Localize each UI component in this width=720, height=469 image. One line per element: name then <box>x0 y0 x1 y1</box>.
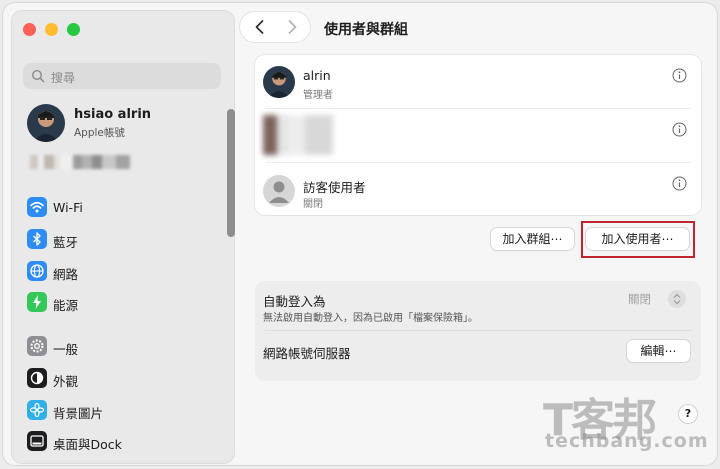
chevron-right-icon[interactable] <box>284 18 300 40</box>
sidebar-item-label: 桌面與Dock <box>53 437 122 452</box>
sidebar-scrollbar[interactable] <box>227 109 235 237</box>
sidebar-item-appearance[interactable]: 外觀 <box>27 368 217 390</box>
info-icon[interactable] <box>672 122 687 137</box>
redacted-user <box>263 115 333 155</box>
add-group-button[interactable]: 加入群組⋯ <box>491 228 574 250</box>
search-placeholder: 搜尋 <box>51 71 76 85</box>
sidebar-item-wallpaper[interactable]: 背景圖片 <box>27 400 217 422</box>
wifi-icon <box>27 197 47 217</box>
watermark-text: techbang.com <box>545 430 709 452</box>
row-divider <box>265 108 691 109</box>
sidebar-item-energy[interactable]: 能源 <box>27 292 217 314</box>
sidebar-item-label: 藍牙 <box>53 235 79 250</box>
user-role: 關閉 <box>303 199 323 210</box>
sidebar-item-label: 外觀 <box>53 374 79 389</box>
auto-login-title: 自動登入為 <box>263 294 326 309</box>
highlight-box <box>581 221 695 258</box>
sidebar-item-label: 一般 <box>53 342 79 357</box>
sidebar-item-wifi[interactable]: Wi-Fi <box>27 197 217 219</box>
search-input[interactable]: 搜尋 <box>23 63 221 89</box>
flower-icon <box>27 400 47 420</box>
navigation-buttons <box>240 12 310 42</box>
popup-stepper-icon[interactable] <box>668 290 686 308</box>
gear-icon <box>27 336 47 356</box>
sidebar-item-label: 背景圖片 <box>53 406 104 421</box>
minimize-button[interactable] <box>45 23 58 36</box>
auto-login-value[interactable]: 關閉 <box>628 291 651 307</box>
edit-button[interactable]: 編輯⋯ <box>627 340 690 362</box>
network-server-title: 網路帳號伺服器 <box>263 346 351 361</box>
info-icon[interactable] <box>672 68 687 83</box>
close-button[interactable] <box>23 23 36 36</box>
sidebar: 搜尋 hsiao alrin Apple帳號 Wi-Fi 藍牙 網路 能源 一般… <box>12 11 235 463</box>
profile-subtitle: Apple帳號 <box>74 127 125 139</box>
search-icon <box>31 68 45 87</box>
dock-icon <box>27 431 47 451</box>
appearance-icon <box>27 368 47 388</box>
bolt-icon <box>27 292 47 312</box>
sidebar-item-general[interactable]: 一般 <box>27 336 217 358</box>
profile-avatar[interactable] <box>27 104 65 142</box>
settings-window: 搜尋 hsiao alrin Apple帳號 Wi-Fi 藍牙 網路 能源 一般… <box>3 3 717 465</box>
sidebar-item-label: 網路 <box>53 267 79 282</box>
chevron-left-icon[interactable] <box>252 18 268 40</box>
sidebar-item-desktop-dock[interactable]: 桌面與Dock <box>27 431 217 453</box>
sidebar-item-bluetooth[interactable]: 藍牙 <box>27 229 217 251</box>
row-divider <box>265 162 691 163</box>
bluetooth-icon <box>27 229 47 249</box>
redacted-info <box>30 155 130 169</box>
sidebar-item-network[interactable]: 網路 <box>27 261 217 283</box>
auto-login-subtitle: 無法啟用自動登入，因為已啟用「檔案保險箱」。 <box>263 313 478 324</box>
login-settings: 自動登入為 無法啟用自動登入，因為已啟用「檔案保險箱」。 關閉 網路帳號伺服器 … <box>255 281 701 381</box>
user-role: 管理者 <box>303 90 333 101</box>
guest-avatar-icon <box>263 175 295 207</box>
page-title: 使用者與群組 <box>324 22 408 38</box>
info-icon[interactable] <box>672 176 687 191</box>
user-name: alrin <box>303 68 331 83</box>
help-button[interactable]: ? <box>679 405 697 423</box>
row-divider <box>265 330 691 331</box>
zoom-button[interactable] <box>67 23 80 36</box>
profile-name[interactable]: hsiao alrin <box>74 107 151 122</box>
sidebar-item-label: 能源 <box>53 298 79 313</box>
sidebar-item-label: Wi-Fi <box>53 200 83 215</box>
user-avatar <box>263 66 295 98</box>
globe-icon <box>27 261 47 281</box>
user-name: 訪客使用者 <box>303 180 366 195</box>
users-list: alrin 管理者 訪客使用者 關閉 <box>255 55 701 215</box>
